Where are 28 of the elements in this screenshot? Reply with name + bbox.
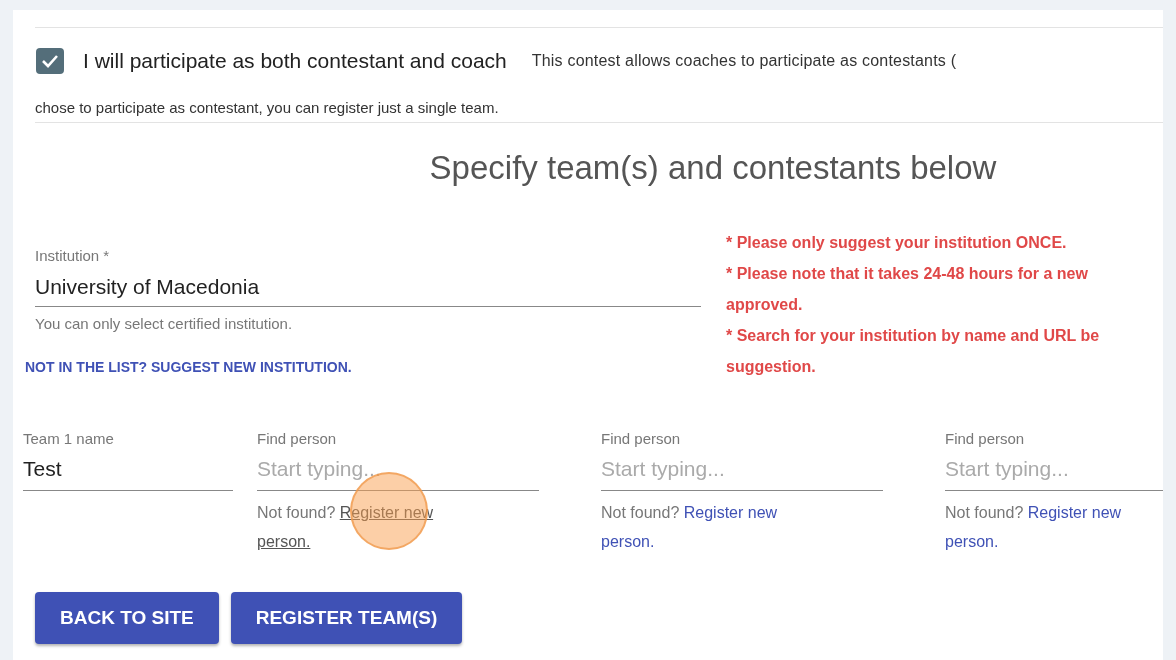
contest-description: This contest allows coaches to participate as contestants ( bbox=[531, 52, 957, 70]
team-name-field[interactable]: Test bbox=[23, 447, 233, 491]
check-icon bbox=[41, 54, 59, 68]
warning-note: * Please note that it takes 24-48 hours for a new approved. bbox=[726, 264, 1089, 315]
contest-description: chose to participate as contestant, you can register just a single team. bbox=[35, 98, 500, 118]
field-label: Find person bbox=[601, 430, 682, 447]
checkbox[interactable] bbox=[36, 48, 64, 74]
field-label: Team 1 name bbox=[23, 430, 115, 447]
register-person-link[interactable]: Register new bbox=[683, 504, 778, 521]
checkbox-label: I will participate as both contestant and coach bbox=[83, 49, 507, 73]
action-button[interactable]: BACK TO SITE bbox=[35, 592, 219, 644]
warning-note: * Search for your institution by name and URL be suggestion. bbox=[726, 326, 1100, 377]
register-person-link[interactable]: person. bbox=[601, 533, 655, 550]
action-button[interactable]: REGISTER TEAM(S) bbox=[230, 592, 463, 644]
field-hint: You can only select certified institution. bbox=[35, 315, 294, 332]
suggest-institution-link[interactable]: NOT IN THE LIST? SUGGEST NEW INSTITUTION. bbox=[25, 359, 352, 375]
helper-text: Not found? bbox=[945, 504, 1024, 521]
warning-note: * Please only suggest your institution ONCE. bbox=[726, 233, 1068, 253]
section-heading: Specify team(s) and contestants below bbox=[429, 149, 997, 186]
field-label: Institution * bbox=[35, 247, 111, 264]
register-person-link[interactable]: person. bbox=[945, 533, 999, 550]
helper-text: Not found? bbox=[257, 504, 336, 521]
helper-text: Not found? bbox=[601, 504, 680, 521]
register-person-link[interactable]: Register new bbox=[1027, 504, 1122, 521]
field-label: Find person bbox=[257, 430, 338, 447]
field-label: Find person bbox=[945, 430, 1026, 447]
register-person-link[interactable]: person. bbox=[257, 533, 311, 550]
institution-field[interactable]: University of Macedonia bbox=[35, 264, 701, 307]
